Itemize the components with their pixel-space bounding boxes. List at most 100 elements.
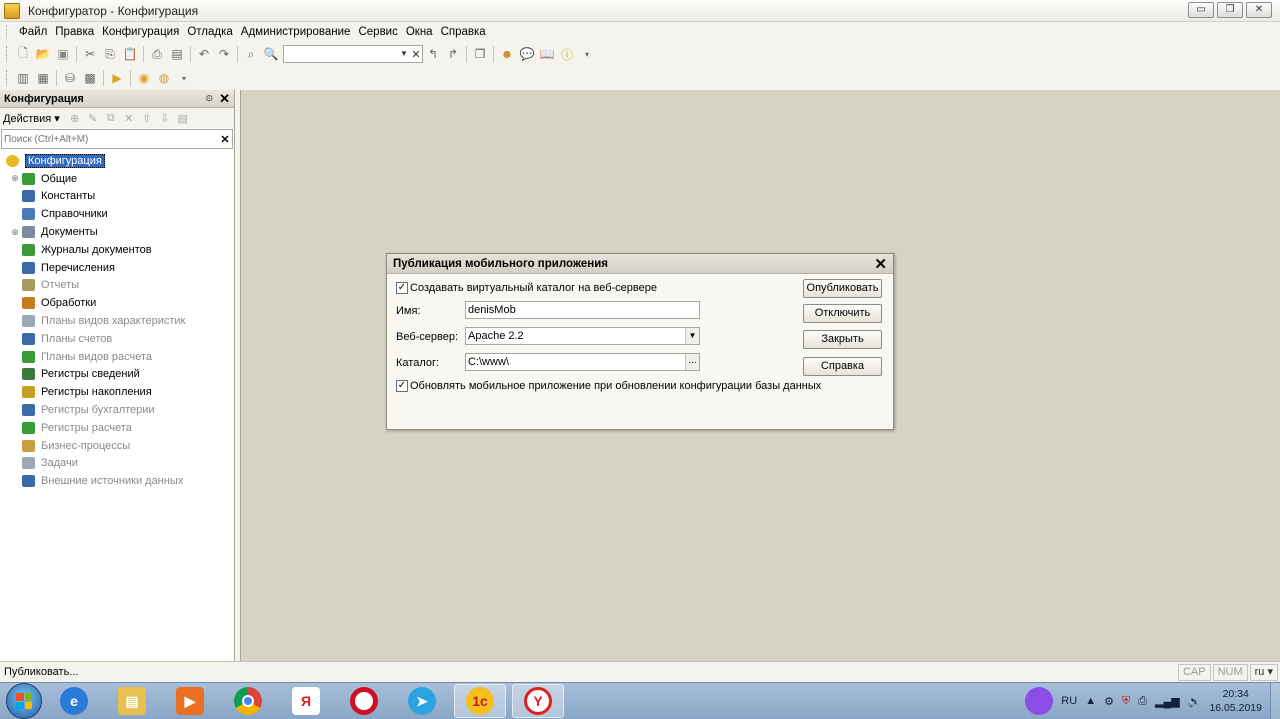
checkbox-box[interactable]: ✓	[396, 282, 408, 294]
edit-icon[interactable]: ✎	[84, 112, 102, 125]
search-input[interactable]	[2, 133, 218, 145]
tree-item[interactable]: Планы видов расчета	[0, 348, 234, 366]
expand-icon[interactable]: ⊕	[8, 227, 22, 238]
taskbar-ie[interactable]: e	[48, 684, 100, 718]
close-icon[interactable]: ✕	[874, 255, 887, 273]
preview-icon[interactable]: ▤	[167, 44, 187, 64]
tree-item[interactable]: Задачи	[0, 455, 234, 473]
language-indicator[interactable]: RU	[1061, 695, 1077, 707]
tree-item[interactable]: Планы видов характеристик	[0, 312, 234, 330]
checkbox-box[interactable]: ✓	[396, 380, 408, 392]
taskbar-explorer[interactable]: ▤	[106, 684, 158, 718]
syntax-helper-icon[interactable]: 💬	[517, 44, 537, 64]
taskbar-1c[interactable]: 1с	[454, 684, 506, 718]
tree-item[interactable]: Справочники	[0, 205, 234, 223]
taskbar-media[interactable]: ▶	[164, 684, 216, 718]
update-db-icon[interactable]: ▩	[80, 68, 100, 88]
tray-security-icon[interactable]: ⛨	[1122, 695, 1130, 708]
paste-icon[interactable]: 📋	[120, 44, 140, 64]
tree-item[interactable]: Регистры сведений	[0, 366, 234, 384]
print-icon[interactable]: ⎙	[147, 44, 167, 64]
restore-button[interactable]: ❐	[1217, 2, 1243, 18]
config-window-icon[interactable]: ▥	[13, 68, 33, 88]
tree-item[interactable]: Внешние источники данных	[0, 472, 234, 490]
taskbar-yandex[interactable]: Я	[280, 684, 332, 718]
close-icon[interactable]: ✕	[219, 91, 230, 107]
undo-icon[interactable]: ↶	[194, 44, 214, 64]
menu-help[interactable]: Справка	[437, 26, 490, 38]
tree-item[interactable]: Отчеты	[0, 277, 234, 295]
save-icon[interactable]: ▣	[53, 44, 73, 64]
add-icon[interactable]: ⊕	[66, 112, 84, 125]
taskbar-chrome[interactable]	[222, 684, 274, 718]
menu-debug[interactable]: Отладка	[183, 26, 236, 38]
sort-icon[interactable]: ▤	[174, 112, 192, 125]
copy-icon[interactable]: ⎘	[100, 44, 120, 64]
menu-edit[interactable]: Правка	[51, 26, 98, 38]
menu-service[interactable]: Сервис	[354, 26, 401, 38]
webserver-select[interactable]: Apache 2.2 ▼	[465, 327, 700, 345]
menu-file[interactable]: Файл	[15, 26, 51, 38]
tree-item[interactable]: ⊕ Общие	[0, 170, 234, 188]
chevron-down-icon[interactable]: ▼	[685, 328, 699, 344]
volume-icon[interactable]: 🔈	[1188, 695, 1202, 708]
help-button[interactable]: Справка	[803, 357, 882, 376]
tree-item[interactable]: Регистры накопления	[0, 383, 234, 401]
find-prev-icon[interactable]: ↰	[423, 44, 443, 64]
find-next-icon[interactable]: ↱	[443, 44, 463, 64]
name-field[interactable]: denisMob	[465, 301, 700, 319]
search-combo[interactable]: ▼ ✕	[283, 45, 423, 63]
move-down-icon[interactable]: ⇩	[156, 112, 174, 125]
tree-item[interactable]: Журналы документов	[0, 241, 234, 259]
browse-button[interactable]: ...	[685, 354, 699, 370]
tree-item[interactable]: Перечисления	[0, 259, 234, 277]
open-icon[interactable]: 📂	[33, 44, 53, 64]
tree-item[interactable]: Бизнес-процессы	[0, 437, 234, 455]
menu-configuration[interactable]: Конфигурация	[98, 26, 183, 38]
database-icon[interactable]: ⛁	[60, 68, 80, 88]
chevron-down-icon[interactable]: ▼	[398, 46, 410, 62]
copy-item-icon[interactable]: ⧉	[102, 112, 120, 125]
taskbar-yandex-browser[interactable]: Y	[512, 684, 564, 718]
minimize-button[interactable]: ▭	[1188, 2, 1214, 18]
menu-windows[interactable]: Окна	[402, 26, 437, 38]
tree-item[interactable]: Регистры расчета	[0, 419, 234, 437]
show-desktop-button[interactable]	[1270, 683, 1280, 719]
publish-button[interactable]: Опубликовать	[803, 279, 882, 298]
delete-icon[interactable]: ✕	[120, 112, 138, 125]
clear-search-icon[interactable]: ✕	[218, 133, 232, 146]
redo-icon[interactable]: ↷	[214, 44, 234, 64]
run-menu-icon[interactable]: ◍	[154, 68, 174, 88]
expand-icon[interactable]: ⊕	[8, 173, 22, 184]
find-icon[interactable]: ⌕	[241, 44, 261, 64]
tree-item[interactable]: Регистры бухгалтерии	[0, 401, 234, 419]
create-virtual-dir-checkbox[interactable]: ✓ Создавать виртуальный каталог на веб-с…	[396, 282, 657, 294]
tray-expand-icon[interactable]: ▲	[1085, 695, 1096, 707]
clock[interactable]: 20:34 16.05.2019	[1209, 687, 1262, 715]
tree-item[interactable]: Обработки	[0, 294, 234, 312]
run-dropdown-icon[interactable]: ▾	[174, 68, 194, 88]
assistant-icon[interactable]: ☻	[497, 44, 517, 64]
windows-icon[interactable]: ❐	[470, 44, 490, 64]
help-book-icon[interactable]: 📖	[537, 44, 557, 64]
run-debug-icon[interactable]: ▶	[107, 68, 127, 88]
clear-icon[interactable]: ✕	[410, 48, 422, 61]
more-dropdown-icon[interactable]: ▾	[577, 44, 597, 64]
disable-button[interactable]: Отключить	[803, 304, 882, 323]
tray-printer-icon[interactable]: ⎙	[1138, 695, 1147, 708]
taskbar-opera[interactable]	[338, 684, 390, 718]
start-button[interactable]	[6, 683, 42, 719]
config-tree-icon[interactable]: ▦	[33, 68, 53, 88]
lang-indicator[interactable]: ru ▾	[1249, 663, 1278, 681]
search-icon[interactable]: 🔍	[261, 44, 281, 64]
move-up-icon[interactable]: ⇧	[138, 112, 156, 125]
network-icon[interactable]: ▂▄▆	[1155, 695, 1180, 708]
taskbar-telegram[interactable]: ➤	[396, 684, 448, 718]
new-icon[interactable]: 🗋	[13, 44, 33, 64]
tree-item[interactable]: Планы счетов	[0, 330, 234, 348]
cut-icon[interactable]: ✂	[80, 44, 100, 64]
tree-item[interactable]: Константы	[0, 188, 234, 206]
dir-field[interactable]: C:\www\ ...	[465, 353, 700, 371]
close-button[interactable]: Закрыть	[803, 330, 882, 349]
pin-icon[interactable]: ⊙	[206, 93, 214, 104]
